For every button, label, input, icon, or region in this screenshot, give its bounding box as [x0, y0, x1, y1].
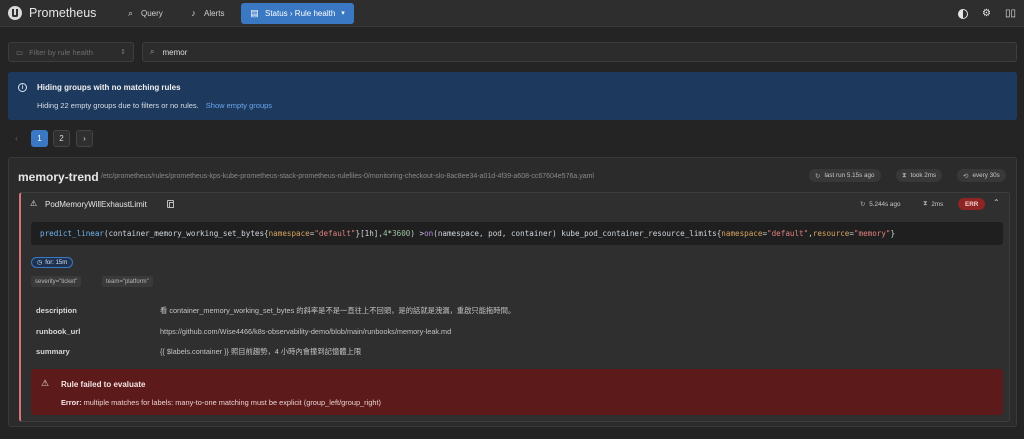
info-banner: i Hiding groups with no matching rules H… [8, 72, 1017, 120]
rule-health-placeholder: Filter by rule health [29, 47, 93, 57]
top-navbar: Prometheus ⌕ Query ♪ Alerts ▤ Status › R… [0, 0, 1024, 27]
rule-error-title: Rule failed to evaluate [61, 380, 146, 389]
search-input[interactable] [162, 47, 963, 57]
expr-string: "memory" [853, 229, 891, 238]
expr-keyword: on [424, 229, 434, 238]
group-took-badge: ⧗ took 2ms [896, 169, 943, 182]
group-name: memory-trend [18, 170, 99, 184]
nav-query-label: Query [141, 8, 163, 18]
refresh-icon: ↻ [815, 172, 821, 180]
pagination-next-button[interactable]: › [76, 130, 93, 147]
refresh-icon: ↻ [860, 200, 866, 208]
rule-expression[interactable]: predict_linear (container_memory_working_… [31, 222, 1003, 245]
rule-header[interactable]: ⚠ PodMemoryWillExhaustLimit ↻ 5.244s ago… [21, 193, 1009, 215]
for-duration: for: 15m [45, 259, 68, 266]
theme-icon [957, 8, 968, 19]
group-last-run-badge: ↻ last run 5.15s ago [809, 169, 881, 182]
pagination-page-2[interactable]: 2 [53, 130, 70, 147]
expr-part: (container_memory_working_set_bytes{ [104, 229, 269, 238]
clock-icon: ◷ [37, 260, 43, 266]
nav-alerts-label: Alerts [204, 8, 225, 18]
show-empty-groups-link[interactable]: Show empty groups [206, 101, 272, 110]
rule-error-text: multiple matches for labels: many-to-one… [81, 398, 382, 407]
nav-status-label: Status › Rule health [265, 8, 336, 18]
search-icon: ⌕ [127, 7, 134, 18]
rule-health-filter[interactable]: ▭ Filter by rule health ⇕ [8, 42, 134, 62]
brand-name: Prometheus [29, 6, 97, 20]
hourglass-icon: ⧗ [923, 200, 928, 207]
nav-alerts[interactable]: ♪ Alerts [181, 3, 232, 23]
hourglass-icon: ⧗ [902, 171, 907, 179]
search-box[interactable]: ⌕ [142, 42, 1017, 62]
pagination-page-1[interactable]: 1 [31, 130, 48, 147]
group-took: took 2ms [910, 172, 937, 179]
rule-card: ⚠ PodMemoryWillExhaustLimit ↻ 5.244s ago… [19, 192, 1010, 422]
rule-name: PodMemoryWillExhaustLimit [45, 200, 147, 209]
prometheus-logo-icon [8, 6, 22, 20]
expr-part: ) > [410, 229, 425, 238]
book-icon: ▯▯ [1004, 8, 1016, 19]
nav-query[interactable]: ⌕ Query [118, 3, 171, 23]
annotation-value: https://github.com/Wise4466/k8s-observab… [160, 327, 452, 336]
bell-icon: ♪ [191, 8, 196, 18]
repeat-icon: ⟲ [963, 172, 969, 180]
expr-part: }[1h], [355, 229, 383, 238]
rule-took-badge: ⧗ 2ms [917, 198, 949, 210]
info-icon: i [18, 83, 27, 92]
chevron-up-icon[interactable]: ⌃ [993, 198, 1000, 207]
label-badge: severity="ticket" [31, 276, 82, 287]
rule-health-badge: ERR [958, 198, 986, 210]
group-last-run: last run 5.15s ago [824, 172, 875, 179]
docs-button[interactable]: ▯▯ [1001, 4, 1020, 23]
group-file-path: /etc/prometheus/rules/prometheus-kps-kub… [101, 173, 594, 180]
expr-part: (namespace, pod, container) kube_pod_con… [433, 229, 722, 238]
expr-number: 3600 [392, 229, 411, 238]
pagination-prev-button[interactable]: ‹ [8, 130, 25, 147]
nav-status-dropdown[interactable]: ▤ Status › Rule health ▾ [241, 2, 354, 24]
rule-last-eval: 5.244s ago [869, 200, 901, 208]
settings-button[interactable]: ⚙ [977, 4, 996, 23]
rule-last-eval-badge: ↻ 5.244s ago [854, 198, 906, 210]
annotation-key: summary [36, 347, 70, 356]
banner-message: Hiding 22 empty groups due to filters or… [37, 101, 272, 110]
annotation-value: {{ $labels.container }} 照目前趨勢，4 小時內會撞到記憶… [160, 347, 362, 356]
expr-label-name: namespace [268, 229, 310, 238]
gear-icon: ⚙ [982, 8, 991, 19]
expr-part: } [890, 229, 896, 238]
rule-error-alert: ⚠ Rule failed to evaluate Error: multipl… [31, 369, 1003, 415]
chevron-left-icon: ‹ [15, 134, 18, 143]
server-icon: ▤ [250, 7, 259, 18]
rule-error-label: Error: [61, 398, 82, 407]
rule-took: 2ms [931, 200, 944, 208]
copy-icon[interactable] [167, 200, 174, 208]
banner-message-text: Hiding 22 empty groups due to filters or… [37, 101, 199, 110]
group-interval: every 30s [972, 172, 1000, 179]
alert-rule-icon: ⚠ [30, 199, 38, 208]
group-interval-badge: ⟲ every 30s [957, 169, 1006, 182]
theme-toggle-button[interactable] [953, 4, 972, 23]
rule-error-message: Error: multiple matches for labels: many… [61, 398, 381, 407]
label-badge: team="platform" [102, 276, 153, 287]
filter-icon: ▭ [16, 47, 24, 57]
chevron-updown-icon: ⇕ [120, 49, 126, 56]
expr-string: "default" [314, 229, 356, 238]
chevron-down-icon: ▾ [341, 10, 345, 17]
annotation-key: runbook_url [36, 327, 81, 336]
expr-fn: predict_linear [40, 229, 105, 238]
search-icon: ⌕ [150, 47, 155, 56]
expr-label-name: resource [812, 229, 850, 238]
brand[interactable]: Prometheus [8, 6, 96, 20]
warning-icon: ⚠ [41, 378, 50, 388]
banner-title: Hiding groups with no matching rules [37, 83, 181, 92]
annotation-key: description [36, 306, 77, 315]
for-duration-badge: ◷ for: 15m [31, 257, 74, 268]
expr-label-name: namespace [721, 229, 763, 238]
annotation-value: 看 container_memory_working_set_bytes 的斜率… [160, 306, 516, 315]
rule-group-card: memory-trend /etc/prometheus/rules/prome… [8, 157, 1017, 427]
expr-string: "default" [767, 229, 809, 238]
chevron-right-icon: › [83, 134, 86, 143]
